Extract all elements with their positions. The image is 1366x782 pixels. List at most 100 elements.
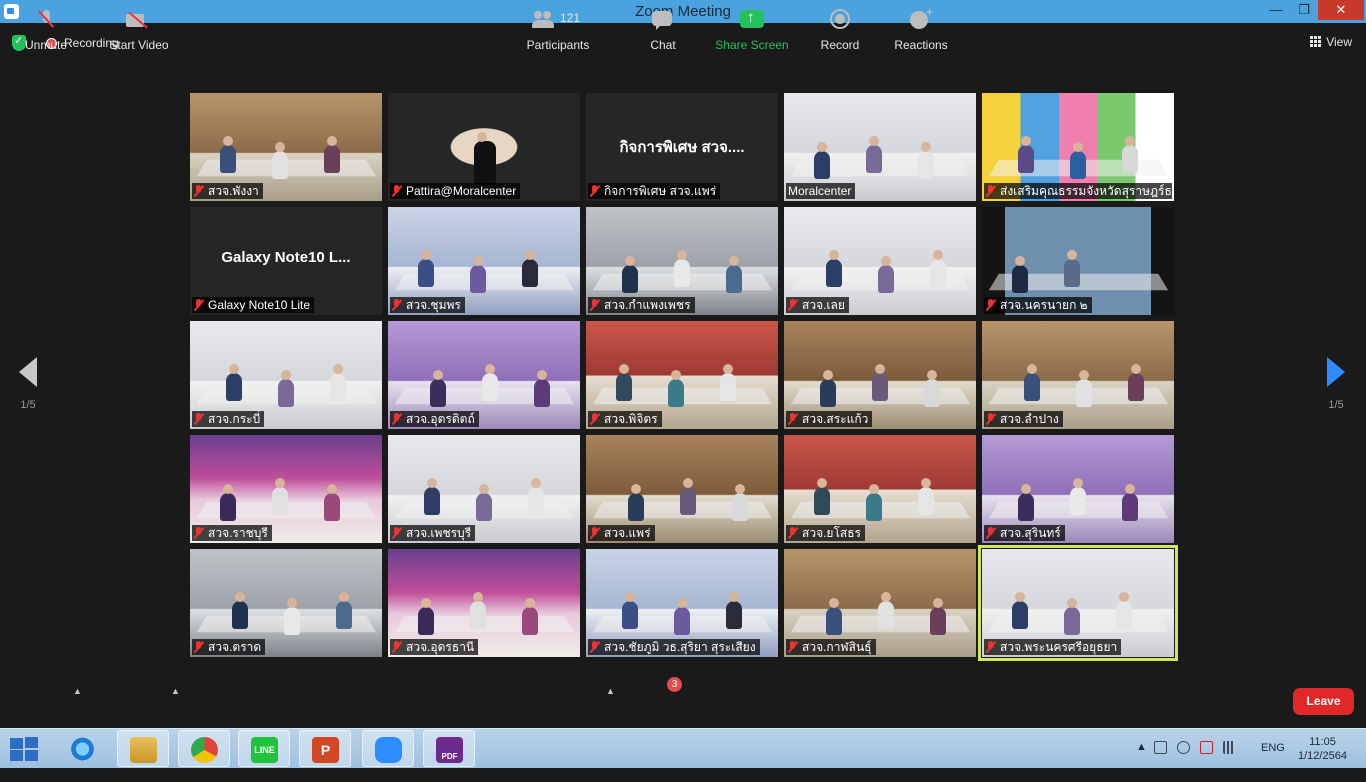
video-tile[interactable]: สวจ.กาฬสินธุ์	[784, 549, 976, 657]
participant-name-label: สวจ.เพชรบุรี	[390, 525, 476, 541]
video-tile[interactable]: สวจ.ชัยภูมิ วธ.สุริยา สุระเสียง	[586, 549, 778, 657]
participant-name-label: สวจ.ราชบุรี	[192, 525, 272, 541]
page-indicator-left: 1/5	[20, 399, 36, 411]
participant-name-label: สวจ.อุตรดิตถ์	[390, 411, 479, 427]
video-tile[interactable]: สวจ.ลำปาง	[982, 321, 1174, 429]
participant-name-label: สวจ.ตราด	[192, 639, 266, 655]
view-button[interactable]: View	[1310, 35, 1352, 49]
clock-time: 11:05	[1309, 736, 1336, 748]
network-icon[interactable]	[1154, 741, 1168, 754]
microphone-muted-icon	[590, 299, 599, 311]
audio-options-caret-icon[interactable]: ▲	[73, 686, 82, 696]
line-app-icon[interactable]: LINE	[238, 730, 290, 767]
signal-strength-icon[interactable]	[1223, 741, 1237, 754]
window-title: Zoom Meeting	[635, 3, 731, 20]
close-button[interactable]: ✕	[1318, 0, 1364, 20]
chrome-icon[interactable]	[178, 730, 230, 767]
video-tile[interactable]: กิจการพิเศษ สวจ.... กิจการพิเศษ สวจ.แพร่	[586, 93, 778, 201]
participant-name: สวจ.ลำปาง	[1000, 412, 1059, 426]
participant-name-label: สวจ.กาฬสินธุ์	[786, 639, 876, 655]
video-gallery-grid: สวจ.พังงา Pattira@Moralcenter กิจการพิเศษ …	[190, 93, 1178, 661]
microphone-muted-icon	[590, 413, 599, 425]
video-tile[interactable]: สวจ.พระนครศรีอยุธยา	[978, 545, 1178, 661]
microphone-muted-icon	[590, 641, 599, 653]
leave-button[interactable]: Leave	[1293, 688, 1354, 715]
video-tile[interactable]: สวจ.พิจิตร	[586, 321, 778, 429]
video-tile[interactable]: สวจ.เลย	[784, 207, 976, 315]
video-tile[interactable]: สวจ.ยโสธร	[784, 435, 976, 543]
video-tile[interactable]: สวจ.อุดรธานี	[388, 549, 580, 657]
video-tile[interactable]: สวจ.พังงา	[190, 93, 382, 201]
file-explorer-icon[interactable]	[117, 730, 169, 767]
input-language[interactable]: ENG	[1261, 742, 1285, 782]
video-tile[interactable]: Pattira@Moralcenter	[388, 93, 580, 201]
record-button[interactable]: Record	[815, 8, 865, 52]
video-tile[interactable]: สวจ.กำแพงเพชร	[586, 207, 778, 315]
microphone-muted-icon	[590, 185, 599, 197]
participants-button[interactable]: 121 Participants	[523, 8, 593, 52]
start-video-button[interactable]: Start Video	[105, 8, 173, 52]
video-tile[interactable]: สวจ.ชุมพร	[388, 207, 580, 315]
participant-name-label: สวจ.ยโสธร	[786, 525, 865, 541]
minimize-button[interactable]: —	[1262, 0, 1290, 20]
microphone-muted-icon	[392, 413, 401, 425]
volume-icon[interactable]	[1177, 741, 1191, 754]
system-tray-icons[interactable]: ▲	[1136, 741, 1243, 781]
video-tile[interactable]: สวจ.แพร่	[586, 435, 778, 543]
participant-name-label: สวจ.พังงา	[192, 183, 263, 199]
participant-name: กิจการพิเศษ สวจ.แพร่	[604, 184, 717, 198]
video-tile[interactable]: สวจ.สุรินทร์	[982, 435, 1174, 543]
microphone-muted-icon	[392, 527, 401, 539]
action-center-flag-icon[interactable]	[1200, 741, 1214, 754]
video-tile[interactable]: สวจ.กระบี่	[190, 321, 382, 429]
video-tile[interactable]: สวจ.อุตรดิตถ์	[388, 321, 580, 429]
meeting-topbar: Recording View	[0, 23, 1366, 65]
microphone-muted-icon	[194, 299, 203, 311]
maximize-button[interactable]: ❐	[1290, 0, 1318, 20]
video-tile[interactable]: สวจ.ตราด	[190, 549, 382, 657]
microphone-muted-icon	[39, 8, 53, 32]
previous-page-button[interactable]: 1/5	[15, 357, 41, 411]
show-hidden-icons-icon[interactable]: ▲	[1136, 741, 1147, 754]
participants-options-caret-icon[interactable]: ▲	[606, 686, 615, 696]
video-tile[interactable]: Moralcenter	[784, 93, 976, 201]
chat-button[interactable]: Chat	[643, 8, 683, 52]
microphone-muted-icon	[788, 413, 797, 425]
participant-name: Galaxy Note10 Lite	[208, 298, 311, 312]
unmute-button[interactable]: Unmute	[20, 8, 72, 52]
video-tile[interactable]: สวจ.เพชรบุรี	[388, 435, 580, 543]
internet-explorer-icon[interactable]	[57, 730, 109, 767]
video-tile[interactable]: สวจ.นครนายก ๒	[982, 207, 1174, 315]
system-clock[interactable]: 11:05 1/12/2564	[1298, 735, 1347, 775]
participant-name: สวจ.สระแก้ว	[802, 412, 869, 426]
clock-date: 1/12/2564	[1298, 750, 1347, 762]
microphone-muted-icon	[986, 185, 995, 197]
video-tile[interactable]: สวจ.ราชบุรี	[190, 435, 382, 543]
participant-name: สวจ.กระบี่	[208, 412, 261, 426]
windows-taskbar: LINE P PDF ▲ ENG 11:05 1/12/2564	[0, 728, 1366, 768]
powerpoint-icon[interactable]: P	[299, 730, 351, 767]
reactions-button[interactable]: Reactions	[890, 5, 952, 52]
participant-name: Moralcenter	[788, 184, 852, 198]
video-options-caret-icon[interactable]: ▲	[171, 686, 180, 696]
microphone-muted-icon	[788, 527, 797, 539]
video-tile[interactable]: Galaxy Note10 L... Galaxy Note10 Lite	[190, 207, 382, 315]
microphone-muted-icon	[986, 413, 995, 425]
participant-name-label: ส่งเสริมคุณธรรมจังหวัดสุราษฎร์ธานี	[984, 183, 1172, 199]
chat-label: Chat	[650, 38, 676, 52]
participant-name-label: สวจ.ชัยภูมิ วธ.สุริยา สุระเสียง	[588, 639, 760, 655]
chevron-right-icon	[1327, 357, 1345, 387]
next-page-button[interactable]: 1/5	[1323, 357, 1349, 411]
participant-name: สวจ.พังงา	[208, 184, 259, 198]
participant-name-label: กิจการพิเศษ สวจ.แพร่	[588, 183, 721, 199]
participant-name: สวจ.นครนายก ๒	[1000, 298, 1088, 312]
pdf-app-icon[interactable]: PDF	[423, 730, 475, 767]
participant-name: สวจ.ตราด	[208, 640, 262, 654]
windows-start-icon[interactable]	[8, 736, 40, 762]
video-tile[interactable]: ส่งเสริมคุณธรรมจังหวัดสุราษฎร์ธานี	[982, 93, 1174, 201]
share-screen-button[interactable]: Share Screen	[712, 8, 792, 52]
zoom-taskbar-icon[interactable]	[362, 730, 414, 767]
start-video-label: Start Video	[109, 38, 169, 52]
participant-name: สวจ.สุรินทร์	[1000, 526, 1061, 540]
video-tile[interactable]: สวจ.สระแก้ว	[784, 321, 976, 429]
